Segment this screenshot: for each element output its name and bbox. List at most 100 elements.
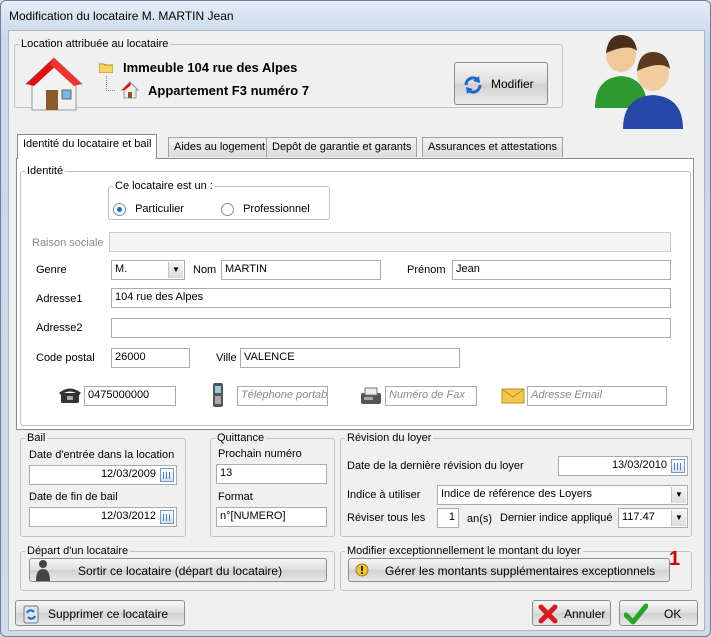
dernier-indice-label: Dernier indice appliqué (500, 512, 613, 524)
sortir-locataire-button[interactable]: Sortir ce locataire (départ du locataire… (29, 558, 327, 582)
tab-assurances[interactable]: Assurances et attestations (422, 137, 564, 157)
radio-particulier-dot[interactable] (113, 203, 126, 216)
ok-label: OK (664, 607, 682, 621)
email-input[interactable]: Adresse Email (527, 386, 667, 406)
step-badge: 1 (669, 548, 681, 570)
email-icon (501, 388, 525, 404)
radio-professionnel[interactable]: Professionnel (221, 203, 310, 216)
chevron-down-icon[interactable]: ▼ (671, 487, 686, 503)
date-fin-input[interactable]: 12/03/2012 (29, 507, 177, 527)
revision-legend: Révision du loyer (347, 432, 432, 444)
prochain-numero-label: Prochain numéro (218, 448, 302, 460)
radio-professionnel-label: Professionnel (243, 203, 310, 216)
person-exit-icon (34, 559, 52, 585)
fax-input[interactable]: Numéro de Fax (385, 386, 477, 406)
building-name: Immeuble 104 rue des Alpes (123, 60, 298, 75)
supprimer-locataire-label: Supprimer ce locataire (48, 607, 169, 621)
date-fin-value: 12/03/2012 (100, 510, 156, 522)
ville-label: Ville (216, 352, 237, 364)
code-postal-label: Code postal (36, 352, 95, 364)
quittance-legend: Quittance (217, 432, 265, 444)
gerer-montants-button[interactable]: Gérer les montants supplémentaires excep… (348, 558, 670, 582)
reviser-unit: an(s) (467, 513, 493, 525)
radio-professionnel-dot[interactable] (221, 203, 234, 216)
indice-label: Indice à utiliser (347, 489, 421, 501)
code-postal-input[interactable]: 26000 (111, 348, 190, 368)
format-label: Format (218, 491, 253, 503)
derniere-revision-value: 13/03/2010 (611, 459, 667, 471)
adresse1-label: Adresse1 (36, 293, 83, 305)
date-entree-value: 12/03/2009 (100, 468, 156, 480)
tab-depot[interactable]: Depôt de garantie et garants (266, 137, 418, 157)
users-icon (591, 33, 691, 131)
dernier-indice-value: 117.47 (622, 511, 655, 523)
gerer-montants-label: Gérer les montants supplémentaires excep… (385, 564, 656, 578)
prochain-numero-input[interactable]: 13 (216, 464, 327, 484)
depart-legend: Départ d'un locataire (27, 545, 129, 557)
indice-select[interactable]: Indice de référence des Loyers ▼ (437, 485, 688, 505)
genre-value: M. (115, 263, 128, 275)
phone-input[interactable]: 0475000000 (84, 386, 176, 406)
location-legend: Location attribuée au locataire (21, 38, 169, 50)
close-icon (537, 603, 559, 628)
ok-button[interactable]: OK (619, 600, 698, 626)
mobile-placeholder: Téléphone portab (241, 389, 328, 401)
refresh-icon (462, 74, 484, 99)
format-input[interactable]: n°[NUMERO] (216, 507, 327, 527)
date-fin-label: Date de fin de bail (29, 491, 118, 503)
prenom-label: Prénom (407, 264, 446, 276)
email-placeholder: Adresse Email (531, 389, 602, 401)
genre-select[interactable]: M. ▼ (111, 260, 185, 280)
warning-icon (355, 563, 369, 580)
supprimer-locataire-button[interactable]: Supprimer ce locataire (15, 600, 185, 626)
reviser-label: Réviser tous les (347, 512, 426, 524)
modify-button-label: Modifier (491, 77, 534, 91)
chevron-down-icon[interactable]: ▼ (671, 510, 686, 526)
ville-input[interactable]: VALENCE (240, 348, 460, 368)
calendar-icon[interactable] (160, 510, 174, 524)
dialog-window: Modification du locataire M. MARTIN Jean… (0, 0, 711, 637)
adresse2-input[interactable] (111, 318, 671, 338)
fax-icon (360, 387, 382, 405)
tab-aides[interactable]: Aides au logement (168, 137, 272, 157)
modify-button[interactable]: Modifier (454, 62, 548, 105)
bail-legend: Bail (27, 432, 46, 444)
calendar-icon[interactable] (671, 459, 685, 473)
radio-particulier-label: Particulier (135, 203, 184, 216)
raison-sociale-input[interactable] (109, 232, 671, 252)
cancel-button[interactable]: Annuler (532, 600, 611, 626)
date-entree-input[interactable]: 12/03/2009 (29, 465, 177, 485)
identite-legend: Identité (27, 165, 64, 177)
title-bar: Modification du locataire M. MARTIN Jean (1, 1, 710, 29)
mobile-input[interactable]: Téléphone portab (237, 386, 328, 406)
fax-placeholder: Numéro de Fax (389, 389, 465, 401)
calendar-icon[interactable] (160, 468, 174, 482)
chevron-down-icon[interactable]: ▼ (168, 262, 183, 278)
prenom-input[interactable]: Jean (452, 260, 671, 280)
house-icon (24, 56, 84, 114)
derniere-revision-input[interactable]: 13/03/2010 (558, 456, 688, 476)
recycle-icon (21, 604, 41, 627)
nom-label: Nom (193, 264, 217, 276)
montant-legend: Modifier exceptionnellement le montant d… (347, 545, 581, 557)
derniere-revision-label: Date de la dernière révision du loyer (347, 460, 524, 472)
date-entree-label: Date d'entrée dans la location (29, 449, 175, 461)
raison-sociale-label: Raison sociale (32, 237, 104, 249)
phone-icon (59, 388, 81, 404)
window-title: Modification du locataire M. MARTIN Jean (9, 9, 234, 23)
dernier-indice-select[interactable]: 117.47 ▼ (618, 508, 688, 528)
cancel-label: Annuler (564, 607, 606, 621)
tab-identite[interactable]: Identité du locataire et bail (17, 134, 158, 159)
nom-input[interactable]: MARTIN (221, 260, 381, 280)
reviser-input[interactable]: 1 (437, 508, 459, 528)
mobile-phone-icon (212, 382, 224, 408)
apartment-name: Appartement F3 numéro 7 (148, 83, 310, 98)
adresse2-label: Adresse2 (36, 322, 83, 334)
radio-particulier[interactable]: Particulier (113, 203, 184, 216)
tree-connector (106, 76, 115, 91)
checkmark-icon (623, 603, 649, 628)
adresse1-input[interactable]: 104 rue des Alpes (111, 288, 671, 308)
genre-label: Genre (36, 264, 67, 276)
sortir-locataire-label: Sortir ce locataire (départ du locataire… (78, 564, 283, 578)
dialog-body: Location attribuée au locataire Immeuble… (8, 30, 705, 631)
